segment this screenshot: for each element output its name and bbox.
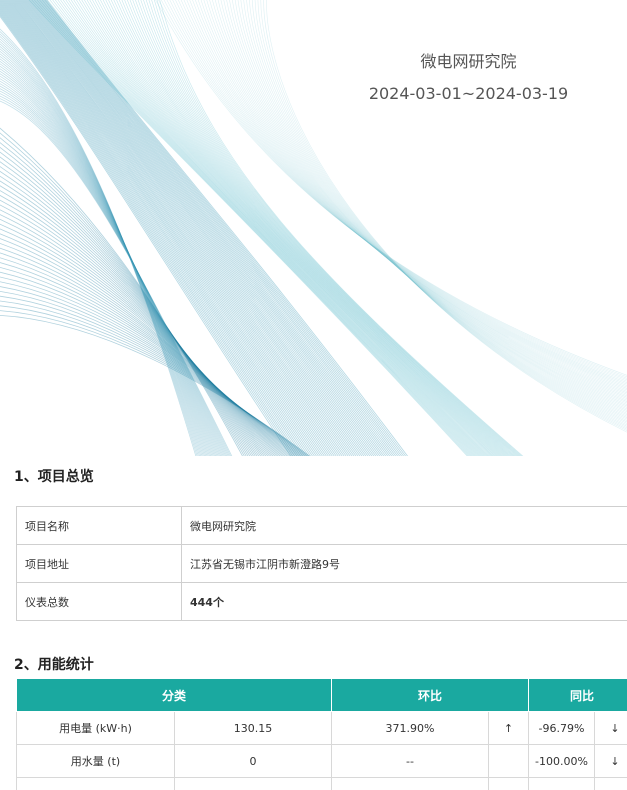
- energy-stats-table: 分类 环比 同比 用电量 (kW·h) 130.15 371.90% ↑ -96…: [16, 678, 627, 790]
- section-title-energy: 2、用能统计: [14, 657, 94, 673]
- arrow-cell: [488, 744, 529, 778]
- cell-empty: [594, 777, 627, 790]
- table-row: 用电量 (kW·h) 130.15 371.90% ↑ -96.79% ↓: [16, 711, 627, 745]
- arrow-down-icon: ↓: [594, 744, 627, 778]
- arrow-up-icon: ↑: [488, 711, 529, 745]
- row-label: 仪表总数: [16, 582, 182, 621]
- cover-date-range: 2024-03-01~2024-03-19: [368, 84, 569, 103]
- cell-name: 用电量 (kW·h): [16, 711, 175, 745]
- table-row: 项目名称 微电网研究院: [16, 506, 627, 545]
- table-header-row: 分类 环比 同比: [16, 678, 627, 712]
- cell-empty: [331, 777, 489, 790]
- cell-mom: --: [331, 744, 489, 778]
- row-label: 项目名称: [16, 506, 182, 545]
- row-label: 项目地址: [16, 544, 182, 583]
- row-value: 微电网研究院: [181, 506, 627, 545]
- header-yoy: 同比: [528, 678, 627, 712]
- cell-value: 130.15: [174, 711, 332, 745]
- table-row: 项目地址 江苏省无锡市江阴市新澄路9号: [16, 544, 627, 583]
- cell-empty: [16, 777, 175, 790]
- report-cover: 微电网研究院 2024-03-01~2024-03-19: [0, 0, 627, 456]
- project-overview-table: 项目名称 微电网研究院 项目地址 江苏省无锡市江阴市新澄路9号 仪表总数 444…: [16, 506, 627, 621]
- row-value: 江苏省无锡市江阴市新澄路9号: [181, 544, 627, 583]
- cell-empty: [488, 777, 529, 790]
- section-title-overview: 1、项目总览: [14, 469, 94, 485]
- cell-value: 0: [174, 744, 332, 778]
- cell-name: 用水量 (t): [16, 744, 175, 778]
- cell-empty: [528, 777, 595, 790]
- arrow-down-icon: ↓: [594, 711, 627, 745]
- cover-org-name: 微电网研究院: [420, 52, 517, 71]
- cell-yoy: -96.79%: [528, 711, 595, 745]
- cell-mom: 371.90%: [331, 711, 489, 745]
- header-category: 分类: [16, 678, 332, 712]
- header-mom: 环比: [331, 678, 529, 712]
- table-row: [16, 777, 627, 790]
- table-row: 仪表总数 444个: [16, 582, 627, 621]
- cell-yoy: -100.00%: [528, 744, 595, 778]
- cell-empty: [174, 777, 332, 790]
- row-value: 444个: [181, 582, 627, 621]
- table-row: 用水量 (t) 0 -- -100.00% ↓: [16, 744, 627, 778]
